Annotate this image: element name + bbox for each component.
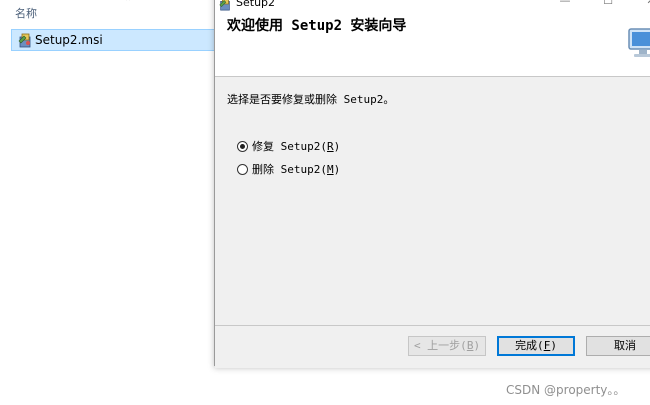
msi-package-icon [18, 33, 31, 48]
back-button[interactable]: < 上一步(B) [408, 336, 486, 356]
instruction-text: 选择是否要修复或删除 Setup2。 [227, 93, 395, 106]
remove-option[interactable]: 删除 Setup2(M) [237, 161, 340, 177]
installer-window: Setup2 — ☐ ✕ 欢迎使用 Setup2 安装向导 选择是否要修复或删除… [214, 0, 650, 368]
wizard-banner: 欢迎使用 Setup2 安装向导 [215, 11, 650, 77]
remove-radio[interactable] [237, 163, 248, 175]
computer-icon [628, 28, 650, 57]
window-title: Setup2 [236, 0, 276, 9]
remove-label: 删除 Setup2(M) [252, 163, 341, 176]
watermark-text: CSDN @property。。 [506, 383, 626, 397]
file-explorer-pane: 名称 ⌃ Setup2.msi [0, 0, 214, 405]
wizard-content: 选择是否要修复或删除 Setup2。 修复 Setup2(R) 删除 Setup… [215, 77, 650, 325]
file-row-setup2-msi[interactable]: Setup2.msi [11, 29, 214, 51]
wizard-footer: < 上一步(B) 完成(F) 取消 [215, 325, 650, 368]
minimize-icon[interactable]: — [553, 0, 577, 8]
title-bar[interactable]: Setup2 — ☐ ✕ [215, 0, 650, 11]
sort-chevron-icon: ⌃ [124, 0, 133, 8]
file-name: Setup2.msi [35, 33, 103, 47]
repair-radio[interactable] [237, 140, 248, 152]
maximize-icon[interactable]: ☐ [596, 0, 620, 8]
close-icon[interactable]: ✕ [639, 0, 650, 8]
wizard-heading: 欢迎使用 Setup2 安装向导 [227, 18, 407, 34]
finish-button[interactable]: 完成(F) [497, 336, 575, 356]
name-column-header[interactable]: 名称 ⌃ [0, 0, 214, 24]
installer-app-icon [219, 0, 230, 11]
repair-option[interactable]: 修复 Setup2(R) [237, 138, 340, 154]
cancel-button[interactable]: 取消 [586, 336, 650, 356]
repair-label: 修复 Setup2(R) [252, 140, 341, 153]
column-header-label: 名称 [15, 7, 37, 20]
